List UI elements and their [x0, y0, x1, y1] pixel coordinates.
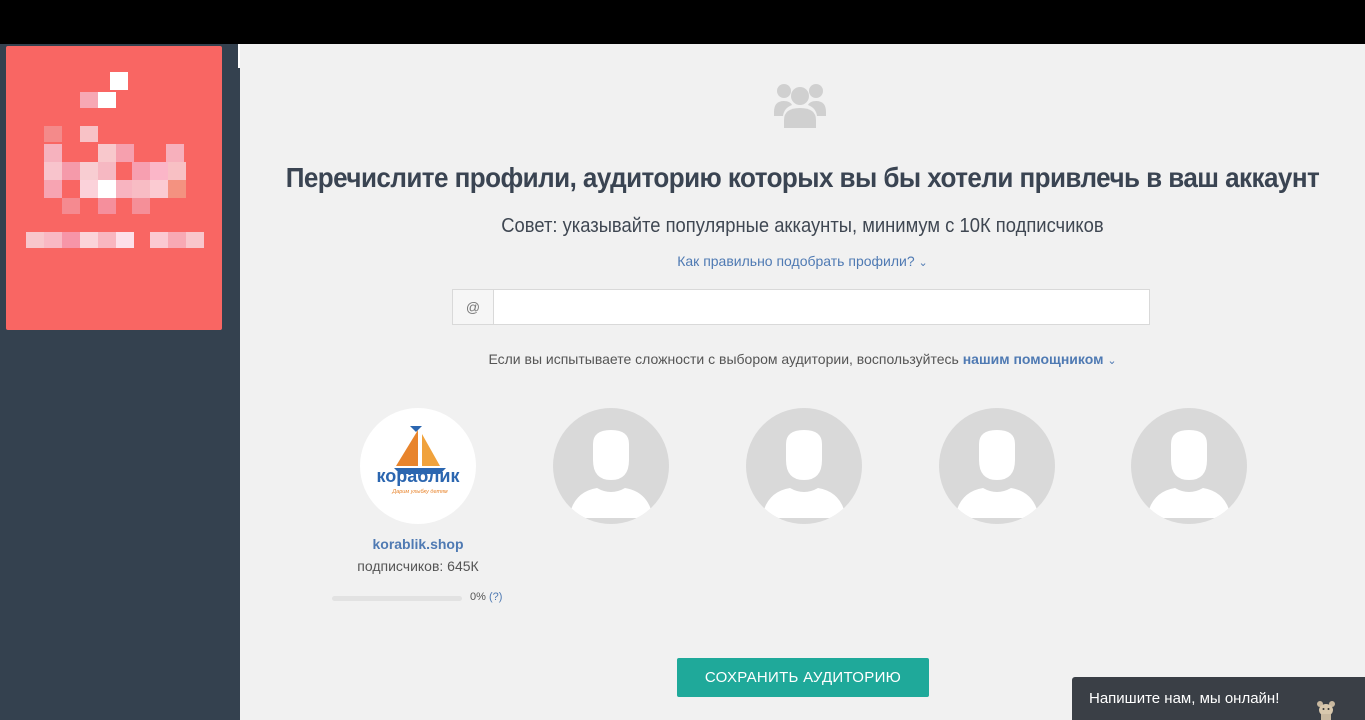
redacted-pixel [116, 232, 134, 248]
redacted-pixel [80, 232, 98, 248]
redacted-pixel [150, 162, 168, 180]
chevron-down-icon: ⌄ [1107, 355, 1117, 367]
profile-placeholder[interactable] [553, 408, 669, 524]
howto-link[interactable]: Как правильно подобрать профили? ⌄ [240, 253, 1365, 269]
users-group-icon [774, 84, 826, 128]
redacted-pixel [186, 232, 204, 248]
redacted-pixel [166, 144, 184, 162]
redacted-pixel [168, 162, 186, 180]
redacted-pixel [80, 180, 98, 198]
chat-label[interactable]: Напишите нам, мы онлайн! [1089, 690, 1279, 707]
redacted-pixel [62, 162, 80, 180]
sidebar [0, 44, 240, 720]
user-placeholder-icon [569, 430, 653, 518]
redacted-pixel [98, 180, 116, 198]
logo-tagline: Дарим улыбку детям [391, 489, 448, 495]
profile-placeholder[interactable] [1131, 408, 1247, 524]
profile-subscribers: подписчиков: 645К [357, 558, 479, 574]
profile-placeholder[interactable] [939, 408, 1055, 524]
profile-input-group: @ [452, 289, 1150, 325]
ship-logo-icon: кораблик Дарим улыбку детям [377, 426, 461, 495]
profile-placeholder[interactable] [746, 408, 862, 524]
redacted-pixel [98, 198, 116, 214]
redacted-pixel [62, 232, 80, 248]
redacted-pixel [62, 198, 80, 214]
redacted-pixel [132, 162, 150, 180]
save-audience-button[interactable]: СОХРАНИТЬ АУДИТОРИЮ [677, 658, 929, 697]
chat-widget[interactable]: Напишите нам, мы онлайн! [1072, 677, 1365, 720]
redacted-pixel [98, 144, 116, 162]
redacted-pixel [98, 92, 116, 108]
at-prefix: @ [452, 289, 494, 325]
redacted-pixel [80, 92, 98, 108]
profile-progress: 0% (?) [470, 591, 502, 603]
redacted-pixel [150, 180, 168, 198]
page-subtitle: Совет: указывайте популярные аккаунты, м… [501, 215, 1104, 237]
redacted-pixel [44, 144, 62, 162]
redacted-pixel [80, 126, 98, 142]
redacted-pixel [26, 232, 44, 248]
mascot-icon [1317, 701, 1335, 720]
howto-link-label[interactable]: Как правильно подобрать профили? [677, 253, 914, 269]
redacted-pixel [132, 180, 150, 198]
progress-value: 0% [470, 591, 486, 603]
user-placeholder-icon [1147, 430, 1231, 518]
user-placeholder-icon [762, 430, 846, 518]
helper-text: Если вы испытываете сложности с выбором … [240, 351, 1365, 367]
redacted-pixel [80, 162, 98, 180]
redacted-pixel [168, 232, 186, 248]
account-card[interactable] [6, 46, 222, 330]
logo-text: кораблик [377, 466, 461, 486]
chevron-down-icon: ⌄ [918, 257, 928, 269]
redacted-pixel [150, 232, 168, 248]
profile-avatar[interactable]: кораблик Дарим улыбку детям [360, 408, 476, 524]
help-link[interactable]: (?) [489, 591, 502, 603]
redacted-pixel [98, 232, 116, 248]
profile-name[interactable]: korablik.shop [348, 536, 488, 552]
user-placeholder-icon [955, 430, 1039, 518]
redacted-pixel [44, 162, 62, 180]
redacted-pixel [44, 232, 62, 248]
profile-input[interactable] [494, 289, 1150, 325]
redacted-pixel [110, 72, 128, 90]
redacted-pixel [98, 162, 116, 180]
helper-text-label: Если вы испытываете сложности с выбором … [488, 351, 959, 367]
page-title: Перечислите профили, аудиторию которых в… [285, 162, 1320, 193]
redacted-pixel [168, 180, 186, 198]
profile-progress-bar [332, 596, 462, 601]
assistant-link[interactable]: нашим помощником [963, 351, 1104, 367]
redacted-pixel [116, 144, 134, 162]
redacted-pixel [132, 198, 150, 214]
redacted-pixel [44, 180, 62, 198]
main-panel: Перечислите профили, аудиторию которых в… [240, 44, 1365, 720]
redacted-pixel [44, 126, 62, 142]
